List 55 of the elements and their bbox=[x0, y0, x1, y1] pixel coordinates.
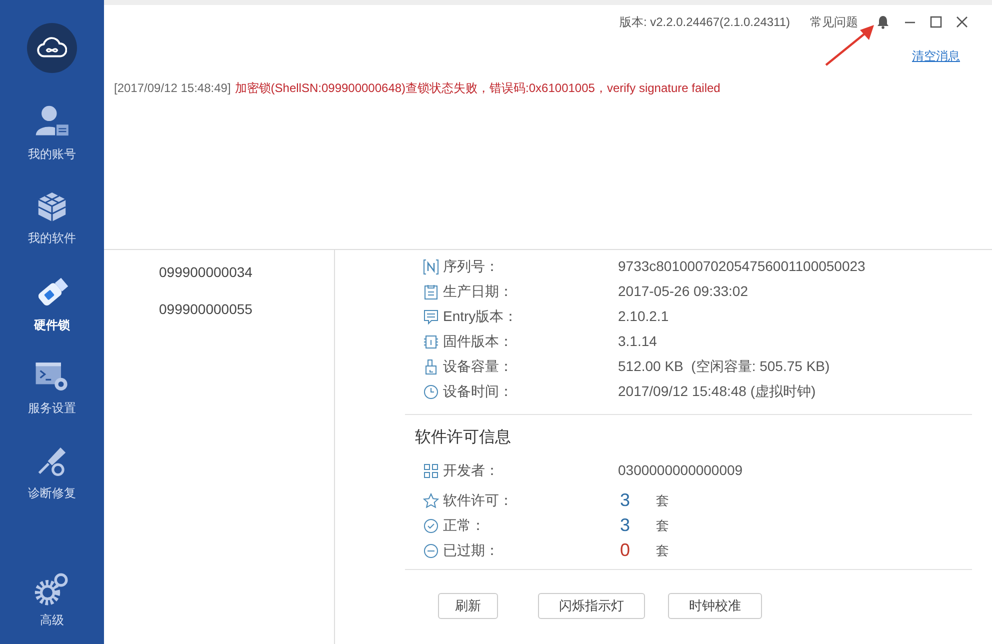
field-label: 已过期： bbox=[443, 541, 500, 560]
message-time: [2017/09/12 15:48:49] bbox=[114, 80, 231, 97]
sidebar-item[interactable]: 我的软件 bbox=[0, 175, 104, 260]
clock-icon bbox=[423, 384, 439, 400]
notification-bell-icon[interactable] bbox=[876, 15, 890, 29]
error-message: 加密锁(ShellSN:099900000648)查锁状态失败，错误码:0x61001005，verify signature failed bbox=[234, 80, 720, 97]
section-title: 软件许可信息 bbox=[414, 428, 512, 448]
field-label: Entry版本： bbox=[443, 307, 519, 326]
field-value: 3.1.14 bbox=[618, 332, 657, 351]
clear-messages-link[interactable]: 清空消息 bbox=[912, 47, 960, 65]
star-icon bbox=[423, 492, 439, 508]
field-label: 生产日期： bbox=[443, 282, 514, 301]
field-value: 2017/09/12 15:48:48 (虚拟时钟) bbox=[618, 382, 816, 401]
field-value: 0300000000000009 bbox=[618, 461, 743, 480]
serial-number-icon bbox=[423, 258, 439, 274]
license-count: 3 bbox=[619, 489, 632, 512]
close-icon[interactable] bbox=[956, 16, 968, 28]
license-count: 3 bbox=[619, 514, 632, 537]
field-label: 设备容量： bbox=[443, 357, 514, 376]
field-label: 序列号： bbox=[443, 257, 500, 276]
field-label: 软件许可： bbox=[443, 491, 514, 510]
sidebar-item[interactable]: 服务设置 bbox=[0, 345, 104, 430]
version-text: 版本: v2.2.0.24467(2.1.0.24311) bbox=[619, 14, 790, 31]
sidebar-item[interactable]: 高级 bbox=[0, 557, 104, 642]
minus-circle-icon bbox=[423, 542, 439, 558]
unit-label: 套 bbox=[656, 516, 669, 535]
field-value: 512.00 KB (空闲容量: 505.75 KB) bbox=[618, 357, 830, 376]
field-label: 固件版本： bbox=[443, 332, 514, 351]
sidebar-item[interactable]: 硬件锁 bbox=[0, 260, 104, 345]
gears-icon bbox=[34, 570, 70, 606]
action-button[interactable]: 刷新 bbox=[438, 593, 498, 619]
usb-drive-icon bbox=[423, 358, 439, 374]
lock-list-item[interactable]: 099900000055 bbox=[159, 299, 252, 320]
sidebar-item[interactable]: 我的账号 bbox=[0, 90, 104, 175]
sidebar-item[interactable]: 诊断修复 bbox=[0, 430, 104, 515]
maximize-icon[interactable] bbox=[930, 16, 942, 28]
action-button[interactable]: 闪烁指示灯 bbox=[538, 593, 645, 619]
clipboard-icon bbox=[423, 284, 439, 300]
unit-label: 套 bbox=[656, 542, 669, 560]
unit-label: 套 bbox=[656, 492, 669, 510]
action-button[interactable]: 时钟校准 bbox=[668, 593, 762, 619]
field-value: 2.10.2.1 bbox=[618, 307, 669, 326]
field-label: 正常： bbox=[443, 516, 486, 535]
document-icon bbox=[423, 308, 439, 324]
chip-icon bbox=[423, 334, 439, 350]
faq-link[interactable]: 常见问题 bbox=[810, 13, 858, 31]
grid-icon bbox=[423, 462, 439, 478]
license-count: 0 bbox=[619, 539, 632, 562]
field-value: 2017-05-26 09:33:02 bbox=[618, 282, 748, 301]
field-value: 9733c801000702054756001100050023 bbox=[618, 257, 866, 276]
check-circle-icon bbox=[423, 518, 439, 534]
field-label: 设备时间： bbox=[443, 382, 514, 401]
logo-icon bbox=[27, 23, 77, 73]
lock-list-item[interactable]: 099900000034 bbox=[159, 262, 252, 283]
field-label: 开发者： bbox=[443, 461, 500, 480]
